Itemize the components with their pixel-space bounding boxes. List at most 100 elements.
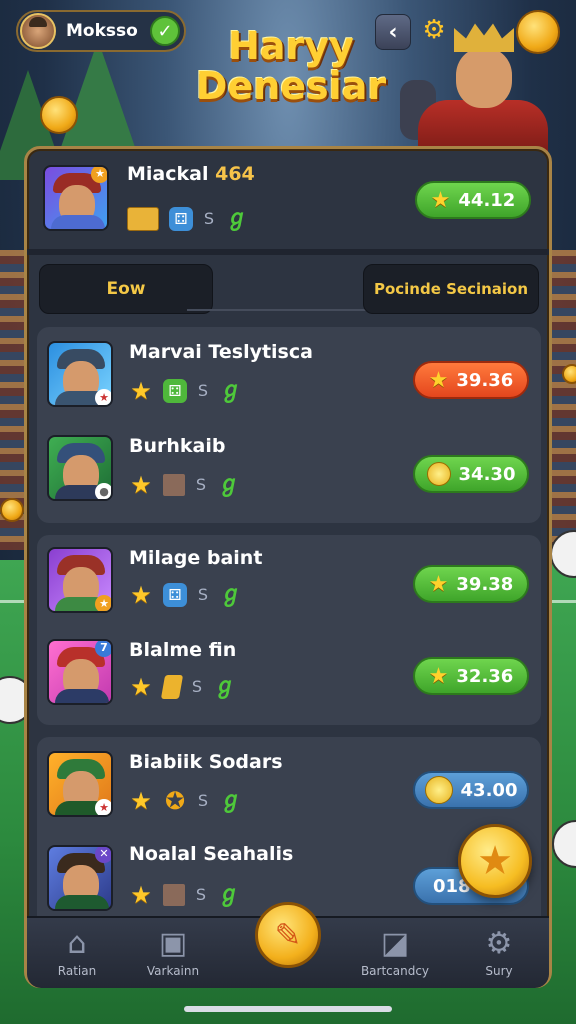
star-icon: ★ xyxy=(130,471,152,499)
medal-coin-icon xyxy=(424,776,453,804)
score-badge[interactable]: ★ 39.36 xyxy=(413,361,529,399)
tab-divider-line xyxy=(187,309,393,311)
leaf-icon: ℊ xyxy=(217,882,240,907)
home-icon: ⌂ xyxy=(67,926,87,961)
player-name-text: Miackal xyxy=(127,163,209,185)
player-items: ⚃ S ℊ xyxy=(127,207,249,231)
dice-icon: ⚃ xyxy=(169,207,193,231)
player-items: ★ ⚃ S ℊ xyxy=(129,379,243,403)
player-name: Blalme fin xyxy=(129,639,237,661)
current-player-card[interactable]: ★ Miackal 464 ⚃ S ℊ ★ 44.12 xyxy=(41,159,535,245)
number-badge-icon: 7 xyxy=(95,641,111,657)
ball-badge-icon: ● xyxy=(95,483,111,499)
player-portrait: ● xyxy=(47,435,113,501)
tab-right[interactable]: Pocinde Secinaion xyxy=(363,264,539,314)
coin-icon xyxy=(426,462,451,486)
star-icon: ★ xyxy=(130,581,152,609)
star-coin-button[interactable]: ★ xyxy=(458,824,532,898)
gold-bar-icon xyxy=(160,675,184,699)
letter-badge-icon: ✕ xyxy=(95,847,111,863)
score-badge[interactable]: ★ 39.38 xyxy=(413,565,529,603)
score-badge[interactable]: ★ 32.36 xyxy=(413,657,529,695)
nav-item-settings[interactable]: ⚙ Sury xyxy=(449,918,549,988)
star-icon: ★ xyxy=(130,787,152,815)
hero-character-illustration xyxy=(398,14,558,156)
score-value: 32.36 xyxy=(456,665,514,687)
envelope-icon xyxy=(127,207,159,231)
nav-item-home[interactable]: ⌂ Ratian xyxy=(27,918,127,988)
score-value: 34.30 xyxy=(458,463,516,485)
cube-icon xyxy=(163,474,185,496)
list-item[interactable]: 7 Blalme fin ★ S ℊ ★ 32.36 xyxy=(37,631,541,725)
star-icon: ★ xyxy=(428,367,449,393)
verified-check-icon: ✓ xyxy=(150,16,180,46)
dice-icon: ⚃ xyxy=(163,583,187,607)
player-name: Marvai Teslytisca xyxy=(129,341,313,363)
coin-decoration xyxy=(40,96,78,134)
home-indicator[interactable] xyxy=(184,1006,392,1012)
chest-icon: ▣ xyxy=(158,926,188,961)
tree-decoration xyxy=(60,40,136,150)
list-item[interactable]: ★ Milage baint ★ ⚃ S ℊ ★ 39.38 xyxy=(37,539,541,633)
divider xyxy=(27,249,549,255)
player-number: 464 xyxy=(215,163,255,185)
player-portrait: ★ xyxy=(47,751,113,817)
game-title: Haryy Denesiar xyxy=(186,26,396,106)
star-badge-icon: ★ xyxy=(95,595,111,611)
tab-left[interactable]: Eow xyxy=(39,264,213,314)
nav-item-board[interactable]: ◪ Bartcandcy xyxy=(345,918,445,988)
player-items: ★ S ℊ xyxy=(129,471,241,499)
nav-label: Bartcandcy xyxy=(360,964,430,978)
center-action-button[interactable]: ✎ xyxy=(255,902,321,968)
whistle-icon: ✎ xyxy=(274,916,302,954)
player-items: ★ S ℊ xyxy=(129,882,241,908)
gear-icon: ⚙ xyxy=(485,926,513,961)
player-items: ★ ⚃ S ℊ xyxy=(129,583,243,607)
score-value: 43.00 xyxy=(460,779,518,801)
dice-icon: ⚃ xyxy=(163,379,187,403)
nav-label: Varkainn xyxy=(146,964,200,978)
list-item[interactable]: ★ Marvai Teslytisca ★ ⚃ S ℊ ★ 39.36 xyxy=(37,333,541,427)
player-name: Miackal 464 xyxy=(127,163,255,185)
list-item[interactable]: ★ Biabiik Sodars ★ ✪ S ℊ 43.00 xyxy=(37,743,541,837)
star-badge-icon: ★ xyxy=(91,167,107,183)
nav-item-chest[interactable]: ▣ Varkainn xyxy=(123,918,223,988)
star-icon: ★ xyxy=(428,571,449,597)
player-portrait: ✕ xyxy=(47,845,113,911)
leaf-icon: ℊ xyxy=(219,582,242,607)
player-profile-pill[interactable]: Moksso ✓ xyxy=(16,10,186,52)
leaf-icon: ℊ xyxy=(219,378,242,403)
star-icon: ★ xyxy=(130,377,152,405)
score-value: 39.36 xyxy=(456,369,514,391)
score-badge[interactable]: ★ 44.12 xyxy=(415,181,531,219)
leaf-icon: ℊ xyxy=(217,472,240,497)
leaf-icon: ℊ xyxy=(219,788,242,813)
s-letter: S xyxy=(195,475,207,494)
game-title-line2: Denesiar xyxy=(195,64,387,108)
s-letter: S xyxy=(195,885,207,904)
leaf-icon: ℊ xyxy=(213,674,236,699)
player-group: ★ Milage baint ★ ⚃ S ℊ ★ 39.38 7 Blalme … xyxy=(37,535,541,725)
cube-icon xyxy=(163,884,185,906)
avatar xyxy=(20,13,56,49)
player-portrait: ★ xyxy=(43,165,109,231)
red-badge-icon: ★ xyxy=(95,799,111,815)
player-portrait: 7 xyxy=(47,639,113,705)
player-name: Moksso xyxy=(66,21,138,41)
s-letter: S xyxy=(197,381,209,400)
player-name: Burhkaib xyxy=(129,435,226,457)
score-value: 39.38 xyxy=(456,573,514,595)
score-value: 44.12 xyxy=(458,189,516,211)
crowd-decoration xyxy=(552,250,576,550)
score-badge[interactable]: 43.00 xyxy=(413,771,529,809)
player-portrait: ★ xyxy=(47,547,113,613)
player-portrait: ★ xyxy=(47,341,113,407)
red-badge-icon: ★ xyxy=(95,389,111,405)
s-letter: S xyxy=(191,677,203,696)
player-group: ★ Marvai Teslytisca ★ ⚃ S ℊ ★ 39.36 ● Bu… xyxy=(37,327,541,523)
chevron-left-icon: ‹ xyxy=(388,19,398,45)
s-letter: S xyxy=(203,209,215,228)
score-badge[interactable]: 34.30 xyxy=(413,455,529,493)
list-item[interactable]: ● Burhkaib ★ S ℊ 34.30 xyxy=(37,427,541,521)
player-name: Noalal Seahalis xyxy=(129,843,294,865)
